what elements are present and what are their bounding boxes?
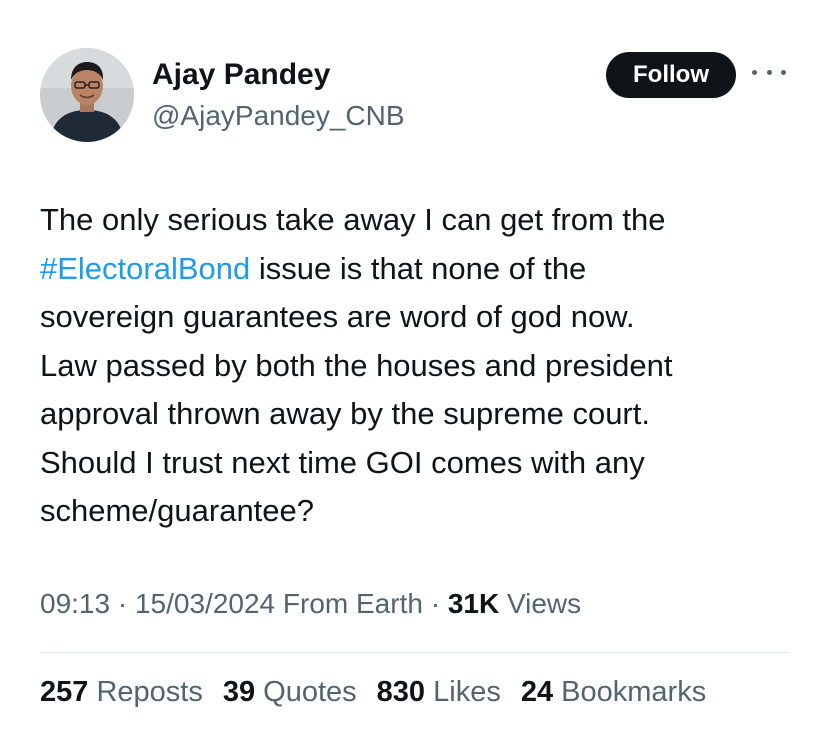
avatar[interactable]: [40, 48, 134, 142]
tweet-line: sovereign guarantees are word of god now…: [40, 299, 635, 334]
bookmarks-stat[interactable]: 24 Bookmarks: [521, 676, 706, 709]
tweet-source: From Earth: [275, 588, 423, 619]
quotes-stat[interactable]: 39 Quotes: [223, 676, 357, 709]
tweet-line: #ElectoralBond issue is that none of the: [40, 245, 800, 294]
reposts-stat[interactable]: 257 Reposts: [40, 676, 203, 709]
views-count[interactable]: 31K: [448, 588, 499, 619]
tweet-text: The only serious take away I can get fro…: [40, 196, 800, 536]
likes-label: Likes: [425, 676, 501, 708]
bookmarks-label: Bookmarks: [553, 676, 707, 708]
follow-button[interactable]: Follow: [606, 52, 736, 98]
views-label: Views: [499, 588, 582, 619]
quotes-count: 39: [222, 676, 256, 708]
dot: [766, 69, 772, 75]
bookmarks-count: 24: [520, 676, 554, 708]
more-horizontal-icon[interactable]: [752, 62, 786, 82]
hashtag-link[interactable]: #ElectoralBond: [40, 251, 250, 286]
reposts-label: Reposts: [88, 676, 203, 708]
dot: [752, 69, 757, 75]
tweet-time[interactable]: 09:13: [40, 588, 110, 619]
tweet-date[interactable]: 15/03/2024: [135, 588, 275, 619]
quotes-label: Quotes: [255, 676, 357, 708]
likes-count: 830: [376, 676, 426, 708]
tweet-line: Should I trust next time GOI comes with …: [40, 444, 645, 480]
author-handle[interactable]: @AjayPandey_CNB: [152, 100, 405, 132]
dot: [781, 69, 786, 75]
separator: ·: [110, 588, 135, 619]
author-name[interactable]: Ajay Pandey: [152, 58, 330, 92]
tweet-line: scheme/guarantee?: [40, 493, 315, 528]
tweet-meta: 09:13 · 15/03/2024 From Earth · 31K View…: [40, 588, 581, 620]
likes-stat[interactable]: 830 Likes: [377, 676, 501, 709]
tweet-line: approval thrown away by the supreme cour…: [40, 396, 650, 431]
separator: ·: [422, 588, 448, 619]
engagement-stats: 257 Reposts 39 Quotes 830 Likes 24 Bookm…: [40, 676, 706, 709]
divider: [40, 652, 788, 653]
tweet-line: The only serious take away I can get fro…: [40, 202, 666, 237]
tweet-line: Law passed by both the houses and presid…: [40, 347, 673, 383]
reposts-count: 257: [40, 676, 89, 708]
tweet-line-text: issue is that none of the: [250, 250, 587, 286]
